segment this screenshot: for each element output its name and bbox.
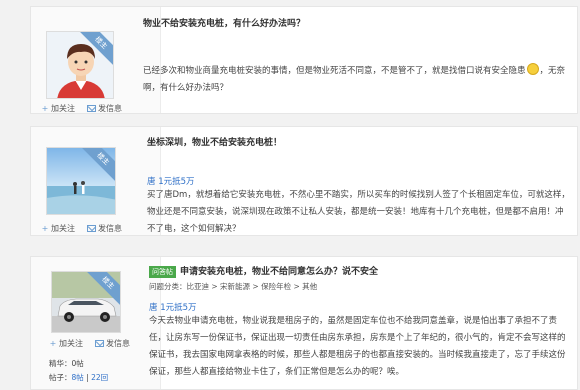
author-panel: 楼主 + 加关注 发信息 精华：0帖 帖子：8帖 | 22回 (31, 257, 161, 389)
confused-face-icon (526, 63, 539, 75)
essence-count: 精华：0帖 (49, 359, 84, 368)
post-title[interactable]: 问答帖 申请安装充电桩，物业不给同意怎么办？说不安全 (149, 264, 378, 278)
post-title[interactable]: 物业不给安装充电桩，有什么好办法吗？ (143, 16, 305, 29)
mail-icon (87, 225, 96, 232)
avatar[interactable]: 楼主 (51, 271, 121, 333)
avatar[interactable]: 楼主 (46, 147, 116, 215)
author-actions: + 加关注 发信息 (41, 103, 122, 114)
mail-icon (95, 340, 104, 347)
author-panel: 楼主 + 加关注 发信息 (31, 127, 161, 235)
post-body: 已经多次和物业商量充电桩安装的事情，但是物业死活不同意，不是管不了，就是找借口说… (143, 63, 569, 97)
message-button[interactable]: 发信息 (87, 103, 122, 114)
post-body: 今天去物业申请充电桩，物业说我是租房子的，虽然是固定车位也不给我同意盖章，说是怕… (149, 316, 566, 377)
reward-link[interactable]: 唐 1元抵5万 (149, 301, 197, 313)
reward-link[interactable]: 唐 1元抵5万 (147, 175, 195, 187)
post-title[interactable]: 坐标深圳，物业不给安装充电桩！ (147, 135, 282, 148)
post-1: 楼主 + 加关注 发信息 物业不给安装充电桩，有什么好办法吗？ 已经多次和物业商量… (30, 6, 578, 114)
message-button[interactable]: 发信息 (87, 223, 122, 234)
breadcrumb[interactable]: 问题分类：比亚迪 > 宋新能源 > 保险年检 > 其他 (149, 281, 317, 292)
plus-icon: + (49, 338, 57, 348)
author-panel: 楼主 + 加关注 发信息 (31, 7, 161, 113)
post-2: 楼主 + 加关注 发信息 坐标深圳，物业不给安装充电桩！ 唐 1元抵5万 买了唐D… (30, 126, 578, 236)
follow-button[interactable]: + 加关注 (41, 223, 75, 234)
posts-link[interactable]: 8帖 (72, 373, 84, 382)
qa-tag: 问答帖 (149, 266, 176, 278)
author-stats: 精华：0帖 帖子：8帖 | 22回 (49, 357, 108, 385)
mail-icon (87, 105, 96, 112)
follow-button[interactable]: + 加关注 (41, 103, 75, 114)
follow-button[interactable]: + 加关注 (49, 338, 83, 349)
post-count: 帖子：8帖 | 22回 (49, 373, 109, 382)
plus-icon: + (41, 103, 49, 113)
post-3: 楼主 + 加关注 发信息 精华：0帖 帖子：8帖 | 22回 问答帖 申请安装充电桩… (30, 256, 578, 390)
message-button[interactable]: 发信息 (95, 338, 130, 349)
replies-link[interactable]: 22回 (91, 373, 108, 382)
post-body: 买了唐Dm，就想着给它安装充电桩，不然心里不踏实，所以买车的时候找别人签了个长租… (147, 190, 570, 234)
author-actions: + 加关注 发信息 (41, 223, 122, 234)
avatar[interactable]: 楼主 (46, 31, 114, 99)
author-actions: + 加关注 发信息 (49, 338, 130, 349)
plus-icon: + (41, 223, 49, 233)
